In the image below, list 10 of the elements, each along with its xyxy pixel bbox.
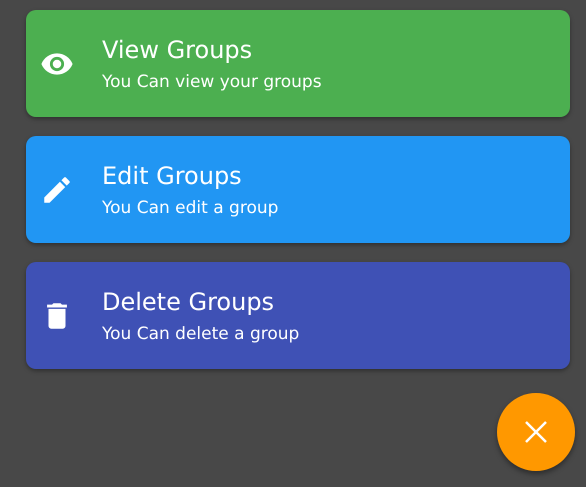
menu-card[interactable]: View Groups You Can view your groups [26,10,570,117]
card-title: View Groups [102,36,254,64]
card-subtitle: You Can edit a group [102,198,278,218]
card-title: Delete Groups [102,288,276,316]
close-icon [523,419,549,445]
card-subtitle: You Can delete a group [102,324,300,344]
card-subtitle: You Can view your groups [102,72,322,92]
card-title: Edit Groups [102,162,243,190]
menu-card[interactable]: Delete Groups You Can delete a group [26,262,570,369]
menu-card[interactable]: Edit Groups You Can edit a group [26,136,570,243]
